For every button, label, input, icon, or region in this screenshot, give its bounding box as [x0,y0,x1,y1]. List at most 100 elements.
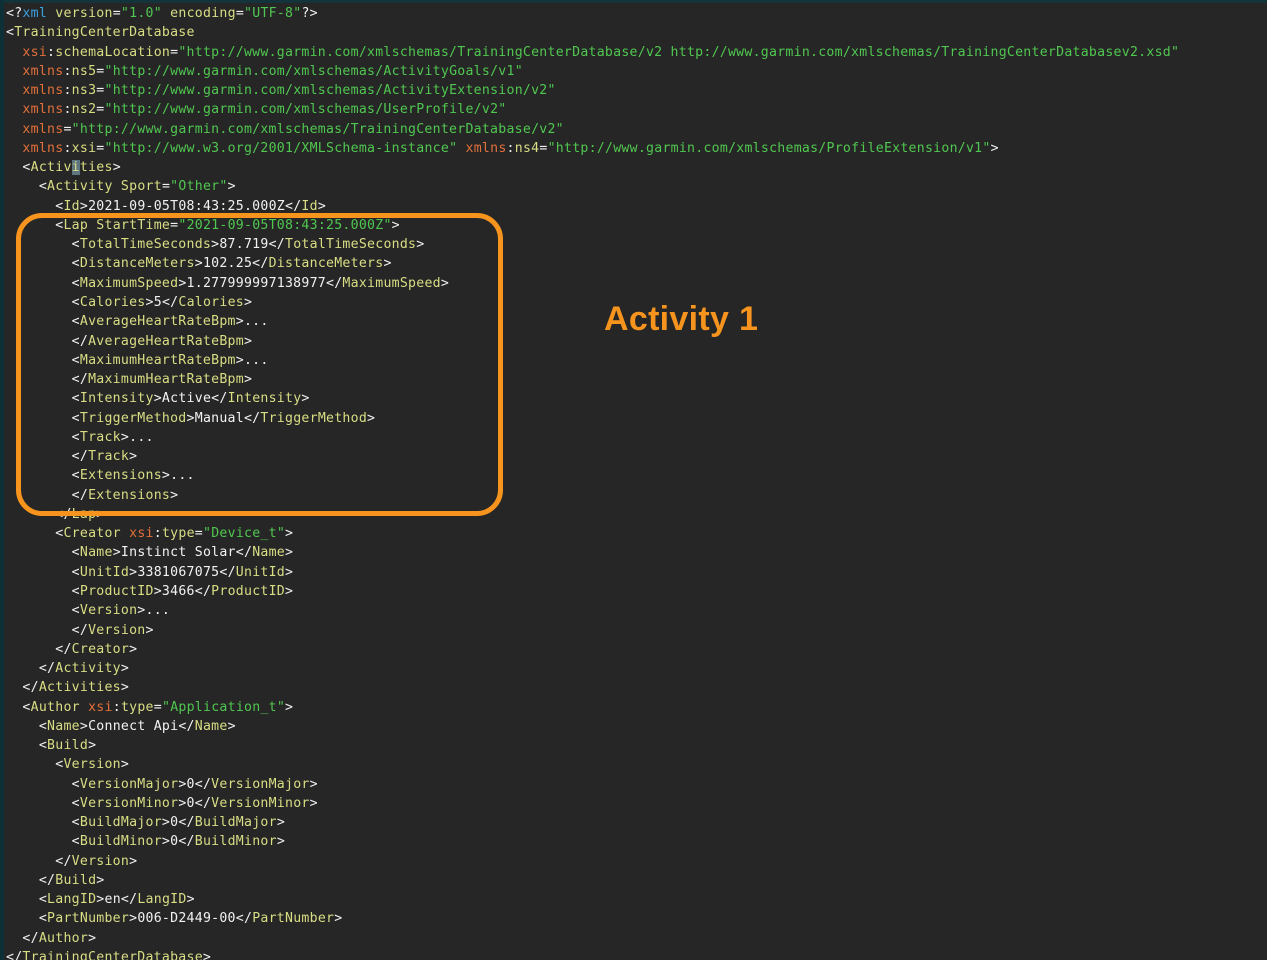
code-token-pun: < [6,25,15,41]
code-token-pun: > [334,911,343,927]
code-line[interactable]: xmlns:ns2="http://www.garmin.com/xmlsche… [6,100,1267,119]
code-line[interactable]: xmlns:ns5="http://www.garmin.com/xmlsche… [6,62,1267,81]
code-token-attr: version [55,6,113,21]
code-line[interactable]: <BuildMinor>0</BuildMinor> [6,832,1267,851]
code-token-pun: < [71,256,80,272]
code-line[interactable]: xmlns="http://www.garmin.com/xmlschemas/… [6,120,1267,139]
code-token-pun: > [161,468,171,484]
code-token-tag: PartNumber [252,911,335,927]
code-line[interactable]: <LangID>en</LangID> [6,890,1267,909]
code-line[interactable]: </Version> [6,852,1267,871]
code-line[interactable]: </Version> [6,621,1267,640]
code-token-pun: </ [55,506,72,522]
code-token-txt: 006-D2449-00 [137,911,236,927]
code-token-pun: < [71,275,80,291]
code-token-tag: MaximumSpeed [79,275,179,291]
code-line[interactable]: <Build> [6,736,1267,755]
code-line[interactable]: </Activities> [6,678,1267,697]
code-line[interactable]: <VersionMinor>0</VersionMinor> [6,794,1267,813]
code-line[interactable]: xmlns:ns3="http://www.garmin.com/xmlsche… [6,81,1267,100]
code-token-pun [162,6,170,21]
code-line[interactable]: <TrainingCenterDatabase [6,23,1267,42]
code-token-pun: < [38,738,48,754]
code-token-pun: < [71,237,80,253]
code-token-tag: Lap [71,506,97,522]
code-token-tag: Intensity [227,391,302,407]
code-token-tag: TriggerMethod [260,410,368,426]
code-token-tag: Name [194,718,228,734]
code-line[interactable]: </Track> [6,447,1267,466]
code-line[interactable]: </MaximumHeartRateBpm> [6,370,1267,389]
code-token-pun: : [63,63,72,79]
code-line[interactable]: <Creator xsi:type="Device_t"> [6,524,1267,543]
code-line[interactable]: </Lap> [6,505,1267,524]
code-token-pun: > [112,160,121,176]
code-line[interactable]: </TrainingCenterDatabase> [6,948,1267,960]
code-line[interactable]: <AverageHeartRateBpm>... [6,312,1267,331]
code-line[interactable]: <Version>... [6,601,1267,620]
code-token-val: "UTF-8" [244,6,302,21]
code-line[interactable]: <MaximumSpeed>1.277999997138977</Maximum… [6,274,1267,293]
code-line[interactable]: xsi:schemaLocation="http://www.garmin.co… [6,43,1267,62]
code-token-tag: Version [88,622,146,638]
code-line[interactable]: <Name>Instinct Solar</Name> [6,543,1267,562]
code-line[interactable]: <TriggerMethod>Manual</TriggerMethod> [6,409,1267,428]
code-line[interactable]: <Activity Sport="Other"> [6,177,1267,196]
code-line[interactable]: <Activities> [6,158,1267,177]
code-line[interactable]: <Calories>5</Calories> [6,293,1267,312]
code-line[interactable]: <Author xsi:type="Application_t"> [6,698,1267,717]
code-line[interactable]: <Extensions>... [6,466,1267,485]
code-token-pun: > [285,564,294,580]
code-token-pun: > [96,892,105,908]
code-token-tag: BuildMinor [194,834,277,850]
code-token-attr: StartTime [96,217,171,233]
code-token-pun: > [391,217,400,233]
code-line[interactable]: </Activity> [6,659,1267,678]
code-line[interactable]: </Creator> [6,640,1267,659]
code-line[interactable]: </Build> [6,871,1267,890]
code-line[interactable]: xmlns:xsi="http://www.w3.org/2001/XMLSch… [6,139,1267,158]
code-line[interactable]: <Id>2021-09-05T08:43:25.000Z</Id> [6,197,1267,216]
code-line[interactable]: <BuildMajor>0</BuildMajor> [6,813,1267,832]
code-line[interactable]: </Author> [6,929,1267,948]
code-line[interactable]: <PartNumber>006-D2449-00</PartNumber> [6,909,1267,928]
code-line[interactable]: <Version> [6,755,1267,774]
code-token-tag: UnitId [79,564,130,580]
code-line[interactable]: <TotalTimeSeconds>87.719</TotalTimeSecon… [6,235,1267,254]
code-token-pun: </ [211,391,228,407]
code-token-ellip: ... [243,314,269,330]
code-token-txt: 3381067075 [137,564,220,580]
code-line[interactable]: <ProductID>3466</ProductID> [6,582,1267,601]
code-token-txt: 0 [186,776,195,792]
code-token-pun: > [153,391,162,407]
code-token-pun: : [506,140,515,156]
code-token-tag: Extensions [79,468,162,484]
xml-viewer[interactable]: <?xml version="1.0" encoding="UTF-8"?> <T… [0,0,1267,960]
code-token-val: "http://www.garmin.com/xmlschemas/UserPr… [104,102,507,118]
code-token-pun: = [161,179,171,195]
code-line[interactable]: <?xml version="1.0" encoding="UTF-8"?> [6,4,1267,23]
code-token-pun: > [153,583,162,599]
xml-code-area[interactable]: <?xml version="1.0" encoding="UTF-8"?> <T… [6,0,1267,960]
code-token-pi: xml [22,6,48,21]
code-token-pun: = [194,526,203,542]
code-line[interactable]: <Intensity>Active</Intensity> [6,389,1267,408]
code-line[interactable]: <UnitId>3381067075</UnitId> [6,563,1267,582]
code-line[interactable]: <MaximumHeartRateBpm>... [6,351,1267,370]
code-line[interactable]: <VersionMajor>0</VersionMajor> [6,775,1267,794]
code-token-pun: ?> [301,6,318,21]
code-line[interactable]: <Name>Connect Api</Name> [6,717,1267,736]
code-token-txt: 1.277999997138977 [186,275,326,291]
code-token-pun: </ [22,680,39,696]
code-line[interactable]: </Extensions> [6,486,1267,505]
code-line[interactable]: </AverageHeartRateBpm> [6,332,1267,351]
code-line[interactable]: <Lap StartTime="2021-09-05T08:43:25.000Z… [6,216,1267,235]
code-token-ns: xmlns [22,102,64,118]
code-line[interactable]: <Track>... [6,428,1267,447]
code-token-pun: > [120,429,130,445]
code-line[interactable]: <DistanceMeters>102.25</DistanceMeters> [6,254,1267,273]
code-token-tag: Lap [63,217,89,233]
